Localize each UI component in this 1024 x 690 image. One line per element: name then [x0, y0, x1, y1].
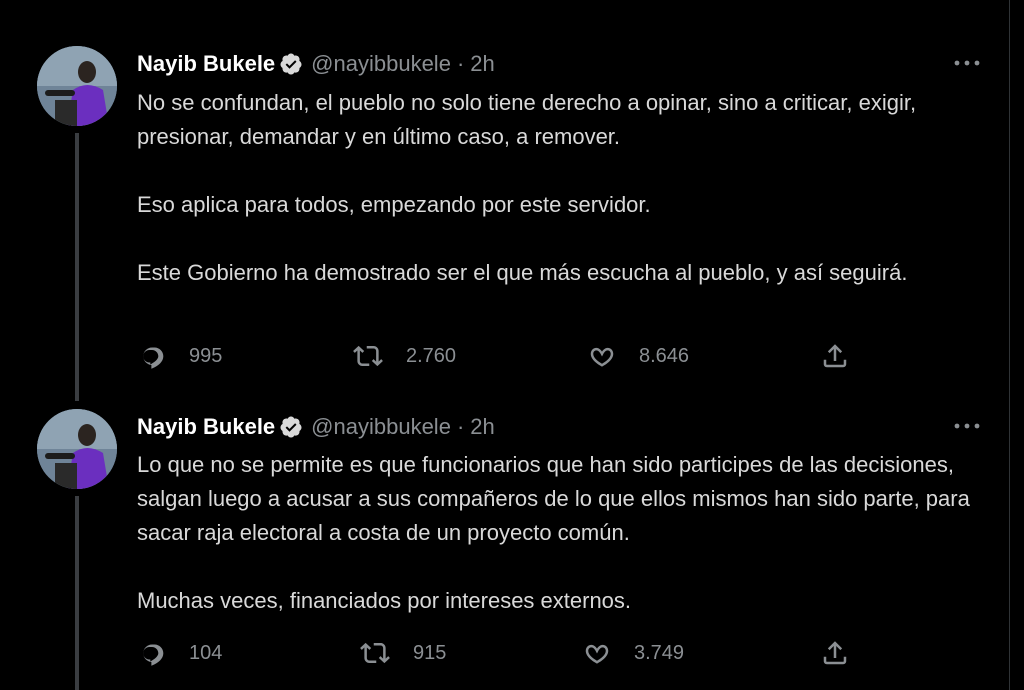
- separator-dot: ·: [456, 414, 465, 439]
- thread-line: [75, 496, 79, 690]
- tweet[interactable]: Nayib Bukele @nayibbukele · 2h No se con…: [0, 0, 1010, 401]
- like-count: 8.646: [639, 344, 690, 367]
- reply-button[interactable]: 995: [137, 340, 222, 372]
- tweet[interactable]: Nayib Bukele @nayibbukele · 2h Lo que no…: [0, 392, 1010, 690]
- reply-icon: [137, 341, 167, 371]
- tweet-time[interactable]: 2h: [470, 414, 494, 440]
- share-button[interactable]: [820, 637, 850, 669]
- tweet-text: Lo que no se permite es que funcionarios…: [137, 448, 997, 618]
- thread-line: [75, 133, 79, 401]
- reply-count: 104: [189, 641, 223, 664]
- like-button[interactable]: 3.749: [582, 637, 684, 669]
- more-options-icon[interactable]: [950, 53, 984, 73]
- share-icon: [820, 341, 850, 371]
- tweet-paragraph: Muchas veces, financiados por intereses …: [137, 588, 632, 613]
- tweet-actions: 104 915 3.749: [137, 637, 857, 669]
- tweet-header: Nayib Bukele @nayibbukele · 2h: [137, 411, 495, 443]
- share-icon: [820, 638, 850, 668]
- tweet-paragraph: Eso aplica para todos, empezando por est…: [137, 192, 651, 217]
- tweet-text: No se confundan, el pueblo no solo tiene…: [137, 86, 997, 290]
- like-icon: [587, 341, 617, 371]
- tweet-paragraph: No se confundan, el pueblo no solo tiene…: [137, 90, 917, 149]
- separator-dot: ·: [456, 51, 465, 76]
- verified-badge-icon: [279, 52, 303, 76]
- tweet-paragraph: Lo que no se permite es que funcionarios…: [137, 452, 970, 545]
- tweet-header: Nayib Bukele @nayibbukele · 2h: [137, 48, 495, 80]
- retweet-count: 2.760: [406, 344, 457, 367]
- reply-icon: [137, 638, 167, 668]
- avatar[interactable]: [37, 409, 117, 489]
- like-count: 3.749: [634, 641, 685, 664]
- more-options-icon[interactable]: [950, 416, 984, 436]
- tweet-time[interactable]: 2h: [470, 51, 494, 77]
- share-button[interactable]: [820, 340, 850, 372]
- reply-count: 995: [189, 344, 223, 367]
- author-handle[interactable]: @nayibbukele: [311, 414, 451, 440]
- retweet-icon: [359, 638, 391, 668]
- tweet-paragraph: Este Gobierno ha demostrado ser el que m…: [137, 260, 908, 285]
- author-name[interactable]: Nayib Bukele: [137, 414, 275, 440]
- retweet-count: 915: [413, 641, 447, 664]
- like-icon: [582, 638, 612, 668]
- retweet-button[interactable]: 2.760: [352, 340, 456, 372]
- retweet-icon: [352, 341, 384, 371]
- reply-button[interactable]: 104: [137, 637, 222, 669]
- author-name[interactable]: Nayib Bukele: [137, 51, 275, 77]
- like-button[interactable]: 8.646: [587, 340, 689, 372]
- timeline: Nayib Bukele @nayibbukele · 2h No se con…: [0, 0, 1010, 690]
- tweet-actions: 995 2.760 8.646: [137, 340, 857, 372]
- author-handle[interactable]: @nayibbukele: [311, 51, 451, 77]
- avatar[interactable]: [37, 46, 117, 126]
- verified-badge-icon: [279, 415, 303, 439]
- retweet-button[interactable]: 915: [359, 637, 446, 669]
